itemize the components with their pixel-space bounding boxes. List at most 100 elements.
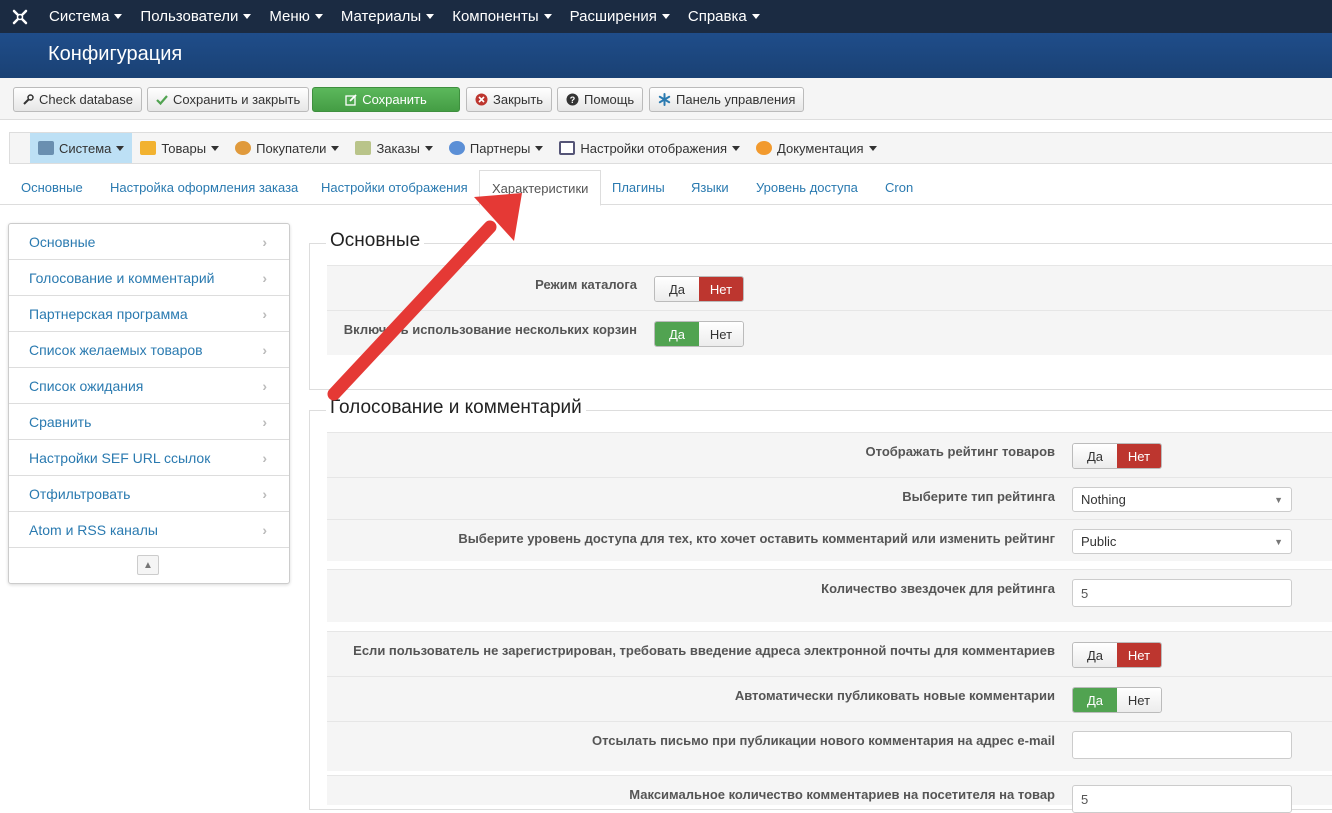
field-label: Режим каталога	[535, 277, 637, 292]
stars-count-input[interactable]: 5	[1072, 579, 1292, 607]
submenu-label: Система	[59, 140, 112, 156]
sidebar-item-label: Настройки SEF URL ссылок	[29, 449, 211, 466]
tab-access-level[interactable]: Уровень доступа	[756, 170, 858, 205]
tab-languages[interactable]: Языки	[691, 170, 729, 205]
submenu-label: Товары	[161, 140, 207, 156]
sidebar-item-waitlist[interactable]: Список ожидания ›	[9, 368, 289, 404]
sidebar-item-filter[interactable]: Отфильтровать ›	[9, 476, 289, 512]
tab-general[interactable]: Основные	[21, 170, 83, 205]
submenu-orders[interactable]: Заказы	[347, 133, 440, 163]
toggle-no[interactable]: Нет	[1117, 643, 1161, 667]
show-rating-toggle[interactable]: Да Нет	[1072, 443, 1162, 469]
menu-content[interactable]: Материалы	[332, 0, 443, 33]
toggle-yes[interactable]: Да	[655, 322, 699, 346]
notify-email-input[interactable]	[1072, 731, 1292, 759]
tab-display-settings[interactable]: Настройки отображения	[321, 170, 468, 205]
menu-components[interactable]: Компоненты	[443, 0, 560, 33]
submenu-documentation[interactable]: Документация	[748, 133, 885, 163]
scroll-up-button[interactable]: ▲	[137, 555, 159, 575]
field-label: Включить использование нескольких корзин	[343, 322, 637, 337]
toggle-no[interactable]: Нет	[1117, 688, 1161, 712]
caret-down-icon	[424, 145, 433, 151]
row-auto-publish: Автоматически публиковать новые коммента…	[327, 676, 1332, 721]
caret-down-icon	[426, 14, 435, 19]
check-database-button[interactable]: Check database	[13, 87, 142, 112]
multi-cart-toggle[interactable]: Да Нет	[654, 321, 744, 347]
toggle-no[interactable]: Нет	[1117, 444, 1161, 468]
menu-system[interactable]: Система	[40, 0, 131, 33]
save-close-button[interactable]: Сохранить и закрыть	[147, 87, 310, 112]
sidebar-item-rss[interactable]: Atom и RSS каналы ›	[9, 512, 289, 548]
question-circle-icon: ?	[566, 93, 579, 106]
sidebar-item-affiliate[interactable]: Партнерская программа ›	[9, 296, 289, 332]
toggle-no[interactable]: Нет	[699, 322, 743, 346]
button-label: Помощь	[584, 92, 635, 107]
menu-users[interactable]: Пользователи	[131, 0, 260, 33]
select-arrow-icon: ▼	[1274, 536, 1283, 547]
max-comments-input[interactable]: 5	[1072, 785, 1292, 813]
access-level-select[interactable]: Public ▼	[1072, 529, 1292, 554]
submenu-products[interactable]: Товары	[132, 133, 227, 163]
caret-down-icon	[661, 14, 670, 19]
submenu-display-settings[interactable]: Настройки отображения	[551, 133, 748, 163]
toggle-yes[interactable]: Да	[1073, 643, 1117, 667]
edit-icon	[345, 93, 357, 106]
control-panel-button[interactable]: Панель управления	[649, 87, 805, 112]
submenu-partners[interactable]: Партнеры	[441, 133, 551, 163]
toggle-yes[interactable]: Да	[1073, 444, 1117, 468]
tab-checkout-design[interactable]: Настройка оформления заказа	[110, 170, 298, 205]
sidebar-item-label: Отфильтровать	[29, 485, 131, 502]
menu-help[interactable]: Справка	[679, 0, 769, 33]
sidebar-item-label: Сравнить	[29, 413, 92, 430]
caret-down-icon	[314, 14, 323, 19]
caret-down-icon	[114, 14, 123, 19]
row-rating-type: Выберите тип рейтинга Nothing ▼	[327, 477, 1332, 519]
toggle-no[interactable]: Нет	[699, 277, 743, 301]
chevron-right-icon: ›	[262, 449, 267, 466]
help-button[interactable]: ? Помощь	[557, 87, 644, 112]
tab-features[interactable]: Характеристики	[479, 170, 602, 206]
menu-label: Пользователи	[140, 8, 239, 25]
auto-publish-toggle[interactable]: Да Нет	[1072, 687, 1162, 713]
sidebar-item-voting[interactable]: Голосование и комментарий ›	[9, 260, 289, 296]
page-title: Конфигурация	[48, 43, 183, 65]
joomla-logo-icon[interactable]	[0, 0, 40, 33]
sidebar-item-general[interactable]: Основные ›	[9, 224, 289, 260]
fieldset-legend: Основные	[326, 230, 425, 252]
menu-label: Справка	[687, 8, 747, 25]
docs-icon	[756, 141, 773, 155]
toggle-yes[interactable]: Да	[655, 277, 699, 301]
field-label: Максимальное количество комментариев на …	[629, 787, 1055, 802]
sidebar-item-compare[interactable]: Сравнить ›	[9, 404, 289, 440]
caret-down-icon	[751, 14, 760, 19]
submenu-customers[interactable]: Покупатели	[227, 133, 347, 163]
toggle-yes[interactable]: Да	[1073, 688, 1117, 712]
users-icon	[235, 141, 252, 155]
select-value: Nothing	[1081, 492, 1126, 507]
submenu-system[interactable]: Система	[30, 133, 133, 163]
chevron-right-icon: ›	[262, 485, 267, 502]
sidebar-item-label: Голосование и комментарий	[29, 269, 215, 286]
require-email-toggle[interactable]: Да Нет	[1072, 642, 1162, 668]
menu-extensions[interactable]: Расширения	[561, 0, 679, 33]
tab-plugins[interactable]: Плагины	[612, 170, 665, 205]
tab-cron[interactable]: Cron	[885, 170, 913, 205]
save-button[interactable]: Сохранить	[312, 87, 460, 112]
section-sidebar: Основные › Голосование и комментарий › Пар…	[8, 223, 290, 584]
caret-down-icon	[535, 145, 544, 151]
caret-down-icon	[331, 145, 340, 151]
submenu-label: Настройки отображения	[580, 140, 728, 156]
menu-menus[interactable]: Меню	[260, 0, 332, 33]
rating-type-select[interactable]: Nothing ▼	[1072, 487, 1292, 512]
menu-label: Меню	[269, 8, 310, 25]
close-button[interactable]: Закрыть	[466, 87, 553, 112]
sidebar-item-wishlist[interactable]: Список желаемых товаров ›	[9, 332, 289, 368]
button-label: Панель управления	[676, 92, 796, 107]
sidebar-item-sef[interactable]: Настройки SEF URL ссылок ›	[9, 440, 289, 476]
caret-down-icon	[243, 14, 252, 19]
catalog-mode-toggle[interactable]: Да Нет	[654, 276, 744, 302]
sidebar-item-label: Основные	[29, 233, 96, 250]
row-max-comments: Максимальное количество комментариев на …	[327, 775, 1332, 813]
menu-label: Система	[49, 8, 110, 25]
chevron-right-icon: ›	[262, 413, 267, 430]
